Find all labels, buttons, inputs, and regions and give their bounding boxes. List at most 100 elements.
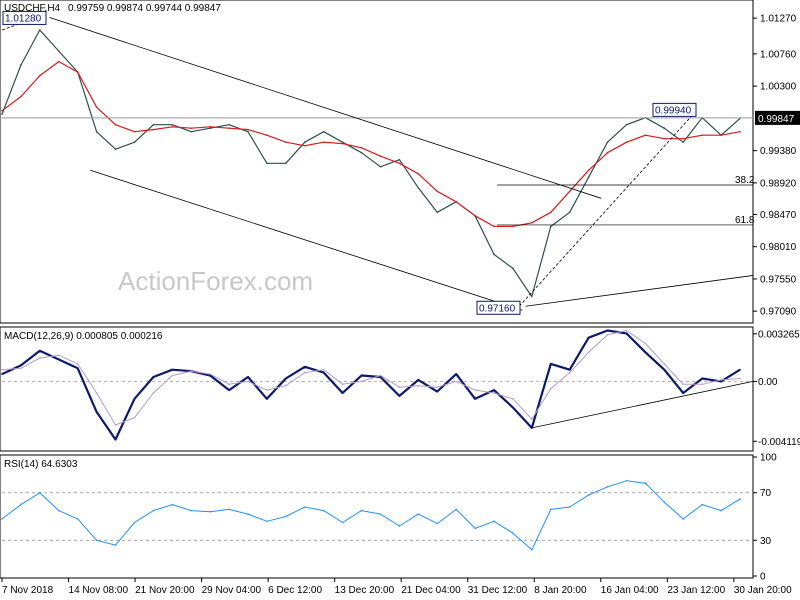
data-point-price	[625, 123, 628, 126]
data-point-signal	[587, 351, 590, 354]
data-point-price	[152, 123, 155, 126]
macd-panel-title: MACD(12,26,9) 0.000805 0.000216	[4, 331, 163, 342]
data-point-rsi	[266, 520, 268, 523]
data-point-sma	[228, 127, 230, 129]
data-point-sma	[1, 109, 3, 112]
data-point-price	[58, 50, 60, 52]
data-point-sma	[625, 141, 628, 143]
data-point-signal	[1, 368, 3, 371]
data-point-price	[20, 64, 22, 66]
data-point-rsi	[76, 518, 79, 520]
data-point-signal	[663, 363, 666, 365]
data-point-rsi	[341, 521, 344, 524]
data-point-price	[398, 158, 401, 161]
data-point-signal	[455, 380, 458, 383]
price-y-tick-label: 1.00300	[760, 82, 797, 93]
data-point-rsi	[20, 503, 22, 506]
high-price-label: 1.01280	[5, 13, 42, 24]
data-point-rsi	[133, 521, 136, 524]
data-point-macd	[417, 379, 420, 381]
data-point-signal	[95, 392, 98, 394]
x-tick-label: 21 Nov 20:00	[135, 585, 195, 596]
data-point-signal	[133, 416, 136, 419]
data-point-signal	[701, 383, 703, 386]
data-point-macd	[58, 358, 60, 361]
data-point-rsi	[474, 527, 476, 530]
price-y-tick-label: 0.99380	[760, 146, 797, 157]
data-point-sma	[341, 142, 344, 145]
x-tick-label: 30 Jan 20:00	[734, 585, 792, 596]
data-point-price	[568, 211, 571, 214]
data-point-rsi	[360, 509, 363, 512]
data-point-macd	[436, 390, 439, 393]
data-point-sma	[133, 130, 136, 133]
data-point-sma	[247, 128, 249, 131]
data-point-rsi	[436, 522, 439, 525]
data-point-signal	[209, 373, 211, 375]
data-point-rsi	[512, 532, 514, 534]
data-point-price	[304, 141, 306, 143]
data-point-price	[682, 141, 684, 143]
data-point-sma	[266, 134, 268, 136]
annotation-layer: 0.99847 38.2 61.8 1.01280 0.97160 0.99940	[1, 10, 800, 429]
price-y-tick-label: 0.97550	[760, 274, 797, 285]
series-line-price	[1, 29, 741, 298]
data-point-macd	[266, 398, 268, 400]
data-point-sma	[493, 225, 495, 228]
data-point-sma	[436, 190, 439, 193]
data-point-sma	[644, 134, 647, 136]
data-point-sma	[304, 144, 306, 147]
data-point-sma	[398, 162, 401, 165]
data-point-sma	[20, 95, 22, 98]
data-point-macd	[663, 368, 666, 371]
data-point-rsi	[58, 509, 60, 512]
data-point-rsi	[568, 506, 571, 508]
data-point-sma	[39, 74, 41, 77]
data-point-signal	[644, 342, 647, 345]
data-point-macd	[133, 398, 136, 400]
data-point-rsi	[625, 480, 628, 482]
data-point-rsi	[1, 518, 3, 520]
data-point-macd	[474, 398, 476, 400]
data-point-signal	[568, 371, 571, 374]
data-point-price	[341, 141, 344, 143]
data-point-macd	[341, 392, 344, 394]
data-point-price	[436, 211, 439, 214]
data-point-macd	[720, 380, 722, 383]
data-point-rsi	[682, 518, 684, 520]
data-point-price	[360, 151, 363, 154]
data-point-price	[266, 162, 268, 165]
data-point-macd	[625, 332, 628, 335]
data-point-sma	[512, 225, 514, 228]
data-point-rsi	[322, 509, 325, 512]
fib-61-8-label: 61.8	[735, 215, 755, 226]
series-line-rsi	[1, 480, 741, 551]
data-point-rsi	[493, 520, 495, 523]
data-point-price	[133, 141, 136, 143]
data-point-sma	[190, 127, 192, 129]
x-tick-label: 7 Nov 2018	[2, 585, 54, 596]
data-point-rsi	[701, 503, 703, 506]
data-point-sma	[360, 147, 363, 149]
rsi-y-tick-label: 100	[760, 453, 777, 464]
data-point-price	[379, 166, 382, 168]
data-point-rsi	[739, 498, 741, 500]
price-y-tick-label: 1.01270	[760, 14, 797, 25]
data-point-rsi	[606, 486, 609, 488]
data-point-sma	[171, 126, 174, 128]
x-tick-label: 8 Jan 20:00	[534, 585, 587, 596]
data-point-price	[322, 130, 325, 133]
data-point-rsi	[417, 513, 420, 515]
data-point-rsi	[228, 508, 230, 511]
x-tick-label: 13 Dec 20:00	[335, 585, 395, 596]
data-point-signal	[739, 377, 741, 380]
data-point-signal	[76, 363, 79, 365]
price-ohlc-readout: 0.99759 0.99874 0.99744 0.99847	[68, 3, 221, 14]
data-point-macd	[304, 366, 306, 368]
data-point-price	[417, 187, 420, 189]
data-point-sma	[739, 130, 741, 133]
data-point-sma	[58, 60, 60, 63]
data-point-macd	[322, 371, 325, 374]
data-point-rsi	[171, 503, 174, 506]
data-point-rsi	[531, 549, 533, 551]
